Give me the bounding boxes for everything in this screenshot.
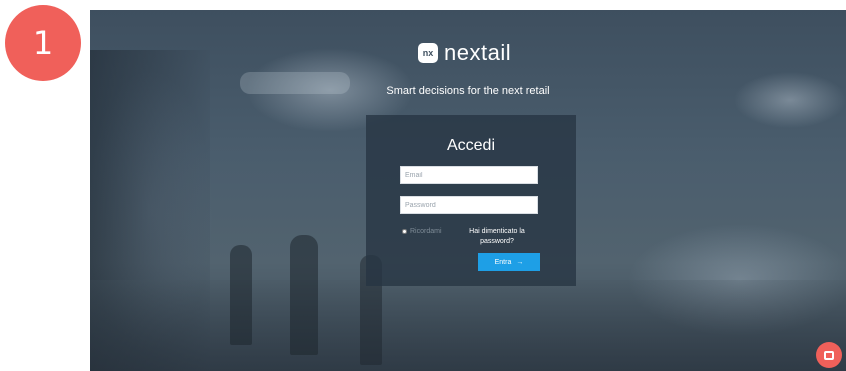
tagline: Smart decisions for the next retail	[386, 85, 550, 97]
login-submit-label: Entra	[494, 258, 512, 266]
nextail-logo: nx nextail	[418, 40, 511, 66]
login-screen: nx nextail Smart decisions for the next …	[90, 10, 846, 371]
remember-me[interactable]: Ricordami	[402, 228, 442, 235]
logo-mark: nx	[418, 43, 438, 63]
background-person	[230, 245, 252, 345]
remember-me-label: Ricordami	[410, 228, 442, 235]
login-submit-button[interactable]: Entra →	[478, 253, 540, 271]
chat-icon	[824, 350, 834, 360]
forgot-password-link[interactable]: Hai dimenticato la password?	[462, 227, 532, 247]
password-field[interactable]	[400, 196, 538, 214]
email-field[interactable]	[400, 166, 538, 184]
login-title: Accedi	[446, 137, 496, 154]
chat-launcher-button[interactable]	[816, 342, 842, 368]
logo-wordmark: nextail	[444, 40, 512, 65]
background-street	[90, 280, 846, 371]
step-number-badge: 1	[5, 5, 81, 81]
login-panel: Accedi Ricordami Hai dimenticato la pass…	[366, 115, 576, 286]
background-person	[290, 235, 318, 355]
arrow-right-icon: →	[516, 258, 524, 266]
remember-me-checkbox[interactable]	[402, 229, 407, 234]
